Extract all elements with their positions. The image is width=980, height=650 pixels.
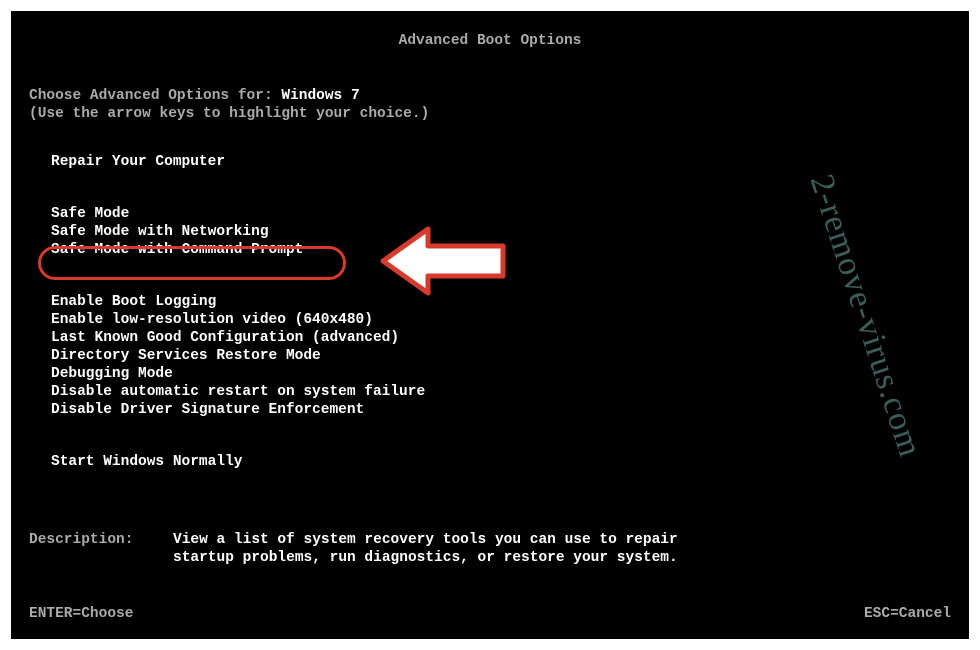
menu-item[interactable]: Debugging Mode	[51, 365, 425, 383]
intro-hint: (Use the arrow keys to highlight your ch…	[29, 106, 429, 122]
watermark-text: 2-remove-virus.com	[802, 170, 929, 462]
footer-esc-hint: ESC=Cancel	[864, 606, 951, 622]
intro-block: Choose Advanced Options for: Windows 7 (…	[29, 87, 429, 123]
menu-item[interactable]: Enable Boot Logging	[51, 293, 425, 311]
footer-enter-hint: ENTER=Choose	[29, 606, 133, 622]
description-label: Description:	[29, 531, 173, 567]
menu-item[interactable]: Safe Mode with Command Prompt	[51, 241, 425, 259]
intro-prefix: Choose Advanced Options for:	[29, 88, 281, 104]
boot-menu[interactable]: Repair Your ComputerSafe ModeSafe Mode w…	[51, 153, 425, 471]
menu-item[interactable]: Disable Driver Signature Enforcement	[51, 401, 425, 419]
description-text: View a list of system recovery tools you…	[173, 531, 713, 567]
description-block: Description: View a list of system recov…	[29, 531, 713, 567]
menu-item[interactable]: Safe Mode	[51, 205, 425, 223]
menu-gap	[51, 259, 425, 293]
footer-bar: ENTER=Choose ESC=Cancel	[29, 606, 951, 622]
menu-item[interactable]: Safe Mode with Networking	[51, 223, 425, 241]
menu-item[interactable]: Start Windows Normally	[51, 453, 425, 471]
menu-gap	[51, 171, 425, 205]
menu-item[interactable]: Disable automatic restart on system fail…	[51, 383, 425, 401]
os-name: Windows 7	[281, 88, 359, 104]
menu-item[interactable]: Directory Services Restore Mode	[51, 347, 425, 365]
boot-screen: Advanced Boot Options Choose Advanced Op…	[11, 11, 969, 639]
page-title: Advanced Boot Options	[11, 33, 969, 49]
menu-item[interactable]: Last Known Good Configuration (advanced)	[51, 329, 425, 347]
menu-gap	[51, 419, 425, 453]
menu-item[interactable]: Enable low-resolution video (640x480)	[51, 311, 425, 329]
menu-item[interactable]: Repair Your Computer	[51, 153, 425, 171]
